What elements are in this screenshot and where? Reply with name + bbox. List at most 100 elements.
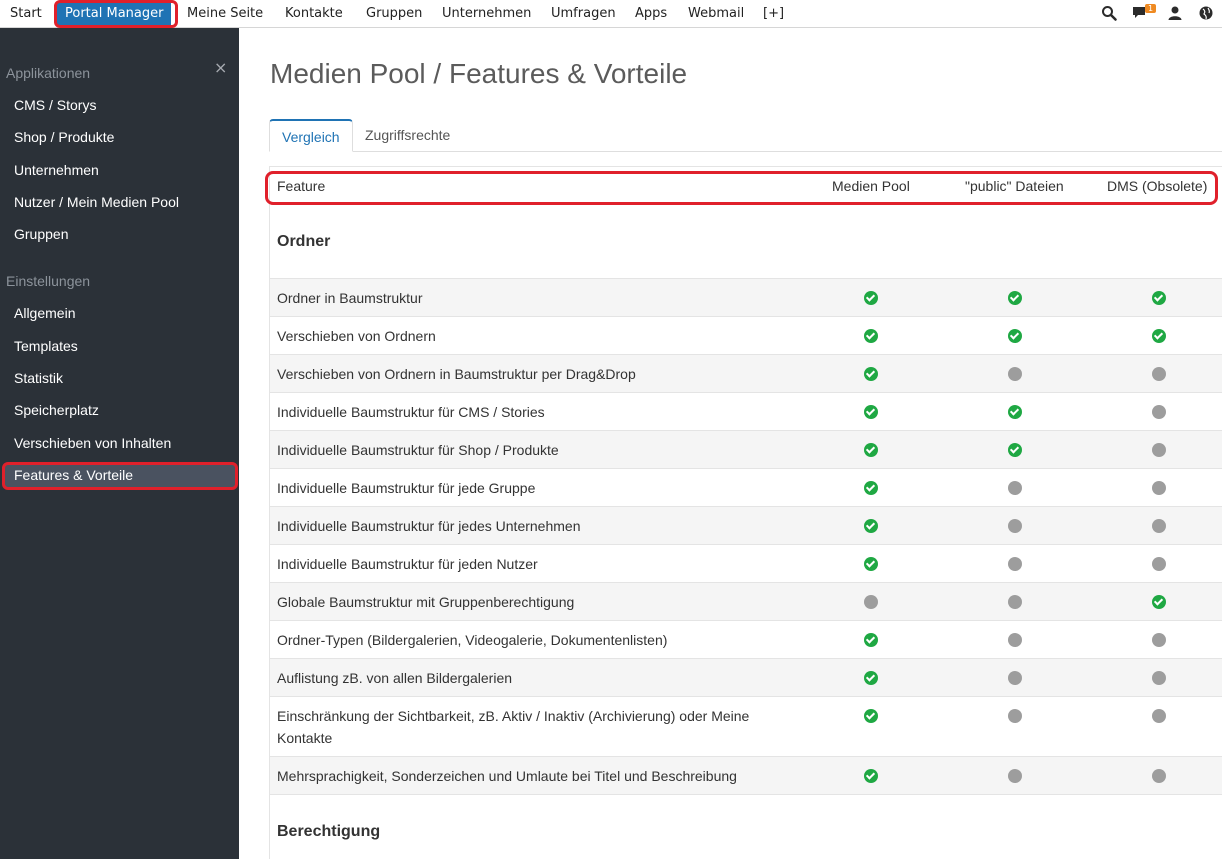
nav-webmail[interactable]: Webmail bbox=[688, 0, 744, 28]
sidebar-item-nutzer-medien-pool[interactable]: Nutzer / Mein Medien Pool bbox=[14, 194, 179, 210]
table-row: Individuelle Baumstruktur für jeden Nutz… bbox=[270, 544, 1222, 582]
feature-label: Individuelle Baumstruktur für Shop / Pro… bbox=[277, 442, 559, 458]
nav-gruppen[interactable]: Gruppen bbox=[366, 0, 422, 28]
feature-label: Einschränkung der Sichtbarkeit, zB. Akti… bbox=[277, 708, 750, 746]
check-icon bbox=[1008, 405, 1022, 419]
unavailable-icon bbox=[1152, 405, 1166, 419]
tab-vergleich[interactable]: Vergleich bbox=[269, 119, 353, 152]
sidebar: × Applikationen CMS / Storys Shop / Prod… bbox=[0, 28, 239, 859]
nav-umfragen[interactable]: Umfragen bbox=[551, 0, 616, 28]
table-row-divider bbox=[270, 794, 1222, 795]
sidebar-item-speicherplatz[interactable]: Speicherplatz bbox=[14, 402, 99, 418]
table-row: Verschieben von Ordnern in Baumstruktur … bbox=[270, 354, 1222, 392]
sidebar-item-verschieben-von-inhalten[interactable]: Verschieben von Inhalten bbox=[14, 435, 171, 451]
unavailable-icon bbox=[1008, 709, 1022, 723]
unavailable-icon bbox=[1008, 633, 1022, 647]
check-icon bbox=[864, 329, 878, 343]
nav-meine-seite[interactable]: Meine Seite bbox=[187, 0, 263, 28]
unavailable-icon bbox=[1152, 671, 1166, 685]
sidebar-item-shop-produkte[interactable]: Shop / Produkte bbox=[14, 129, 114, 145]
unavailable-icon bbox=[1152, 443, 1166, 457]
sidebar-item-allgemein[interactable]: Allgemein bbox=[14, 305, 75, 321]
unavailable-icon bbox=[1152, 633, 1166, 647]
check-icon bbox=[864, 481, 878, 495]
check-icon bbox=[1008, 443, 1022, 457]
nav-kontakte[interactable]: Kontakte bbox=[285, 0, 343, 28]
table-border-top bbox=[269, 166, 1222, 167]
feature-label: Mehrsprachigkeit, Sonderzeichen und Umla… bbox=[277, 768, 737, 784]
table-row: Auflistung zB. von allen Bildergalerien bbox=[270, 658, 1222, 696]
sidebar-item-gruppen[interactable]: Gruppen bbox=[14, 226, 68, 242]
table-row: Verschieben von Ordnern bbox=[270, 316, 1222, 354]
unavailable-icon bbox=[1008, 671, 1022, 685]
feature-label: Globale Baumstruktur mit Gruppenberechti… bbox=[277, 594, 575, 610]
section-title-ordner: Ordner bbox=[277, 233, 331, 250]
feature-label: Individuelle Baumstruktur für jedes Unte… bbox=[277, 518, 581, 534]
table-row: Individuelle Baumstruktur für CMS / Stor… bbox=[270, 392, 1222, 430]
sidebar-heading-applikationen: Applikationen bbox=[6, 65, 91, 81]
sidebar-item-cms-storys[interactable]: CMS / Storys bbox=[14, 97, 96, 113]
table-row: Individuelle Baumstruktur für jede Grupp… bbox=[270, 468, 1222, 506]
sidebar-item-unternehmen[interactable]: Unternehmen bbox=[14, 162, 99, 178]
search-icon[interactable] bbox=[1101, 5, 1117, 21]
unavailable-icon bbox=[1152, 557, 1166, 571]
feature-label: Individuelle Baumstruktur für jeden Nutz… bbox=[277, 556, 538, 572]
section-title-berechtigung: Berechtigung bbox=[277, 823, 381, 840]
unavailable-icon bbox=[1008, 367, 1022, 381]
unavailable-icon bbox=[1008, 595, 1022, 609]
tab-zugriffsrechte[interactable]: Zugriffsrechte bbox=[353, 119, 462, 152]
check-icon bbox=[864, 709, 878, 723]
table-row: Einschränkung der Sichtbarkeit, zB. Akti… bbox=[270, 696, 1222, 756]
unavailable-icon bbox=[1152, 367, 1166, 381]
table-row: Ordner-Typen (Bildergalerien, Videogaler… bbox=[270, 620, 1222, 658]
check-icon bbox=[1152, 291, 1166, 305]
sidebar-heading-einstellungen: Einstellungen bbox=[6, 273, 91, 289]
page-title: Medien Pool / Features & Vorteile bbox=[270, 58, 688, 89]
user-icon[interactable] bbox=[1167, 5, 1183, 21]
check-icon bbox=[1152, 595, 1166, 609]
check-icon bbox=[1008, 329, 1022, 343]
feature-label: Verschieben von Ordnern in Baumstruktur … bbox=[277, 366, 636, 382]
table-row: Globale Baumstruktur mit Gruppenberechti… bbox=[270, 582, 1222, 620]
check-icon bbox=[864, 443, 878, 457]
nav-add-more[interactable]: [+] bbox=[763, 0, 784, 28]
unavailable-icon bbox=[1152, 481, 1166, 495]
unavailable-icon bbox=[1008, 481, 1022, 495]
check-icon bbox=[864, 519, 878, 533]
check-icon bbox=[864, 633, 878, 647]
unavailable-icon bbox=[1152, 519, 1166, 533]
feature-label: Individuelle Baumstruktur für CMS / Stor… bbox=[277, 404, 545, 420]
table-row: Mehrsprachigkeit, Sonderzeichen und Umla… bbox=[270, 756, 1222, 794]
check-icon bbox=[864, 557, 878, 571]
highlight-table-header bbox=[265, 171, 1218, 205]
feature-label: Auflistung zB. von allen Bildergalerien bbox=[277, 670, 513, 686]
nav-unternehmen[interactable]: Unternehmen bbox=[442, 0, 531, 28]
nav-apps[interactable]: Apps bbox=[635, 0, 667, 28]
unavailable-icon bbox=[1008, 519, 1022, 533]
sidebar-item-templates[interactable]: Templates bbox=[14, 338, 78, 354]
unavailable-icon bbox=[1152, 709, 1166, 723]
notification-badge: 1 bbox=[1145, 4, 1157, 13]
check-icon bbox=[864, 291, 878, 305]
unavailable-icon bbox=[1008, 557, 1022, 571]
check-icon bbox=[1008, 291, 1022, 305]
unavailable-icon bbox=[1152, 769, 1166, 783]
check-icon bbox=[864, 769, 878, 783]
sidebar-item-statistik[interactable]: Statistik bbox=[14, 370, 63, 386]
check-icon bbox=[1152, 329, 1166, 343]
highlight-portal-manager bbox=[54, 0, 178, 28]
table-row: Individuelle Baumstruktur für jedes Unte… bbox=[270, 506, 1222, 544]
table-row: Ordner in Baumstruktur bbox=[270, 278, 1222, 316]
unavailable-icon bbox=[1008, 769, 1022, 783]
nav-start[interactable]: Start bbox=[10, 0, 42, 28]
top-navigation: Start Portal Manager Meine Seite Kontakt… bbox=[0, 0, 1222, 28]
globe-icon[interactable] bbox=[1198, 5, 1214, 21]
table-row: Individuelle Baumstruktur für Shop / Pro… bbox=[270, 430, 1222, 468]
feature-label: Verschieben von Ordnern bbox=[277, 328, 436, 344]
sidebar-item-features-vorteile[interactable]: Features & Vorteile bbox=[14, 467, 133, 483]
check-icon bbox=[864, 405, 878, 419]
close-icon[interactable]: × bbox=[214, 59, 227, 77]
feature-label: Ordner in Baumstruktur bbox=[277, 290, 423, 306]
feature-label: Individuelle Baumstruktur für jede Grupp… bbox=[277, 480, 536, 496]
check-icon bbox=[864, 367, 878, 381]
